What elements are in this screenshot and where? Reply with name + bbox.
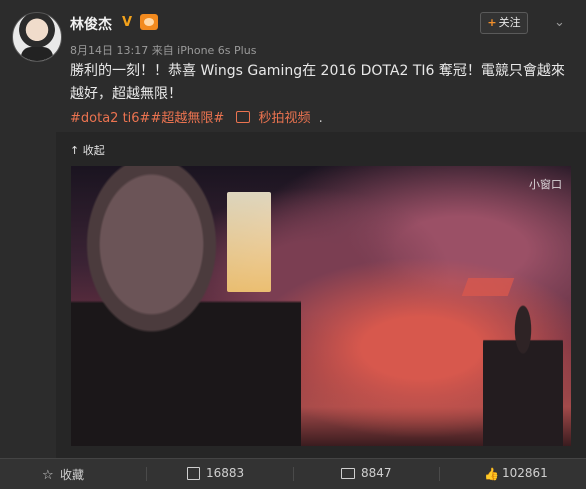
comment-button[interactable]: 8847 <box>341 466 392 480</box>
comment-icon <box>341 468 355 479</box>
stage-screen <box>461 278 515 296</box>
background-person <box>483 304 563 446</box>
divider <box>439 467 440 481</box>
plus-icon: + <box>487 16 497 29</box>
post-meta: 8月14日 13:17 来自 iPhone 6s Plus <box>70 44 257 57</box>
chevron-down-icon[interactable]: ⌄ <box>554 15 565 30</box>
post-tags-row: #dota2 ti6##超越無限# 秒拍视频 . <box>70 107 323 126</box>
user-name[interactable]: 林俊杰 <box>70 14 112 34</box>
vip-badge-icon <box>140 14 158 30</box>
collapse-label: 收起 <box>82 144 105 157</box>
comment-count: 8847 <box>361 466 392 480</box>
post-text: 勝利的一刻！！恭喜 Wings Gaming在 2016 DOTA2 TI6 奪… <box>70 63 565 102</box>
video-link[interactable]: 秒拍视频 <box>259 111 311 126</box>
weibo-post: 林俊杰 V 8月14日 13:17 来自 iPhone 6s Plus + 关注 … <box>0 0 586 458</box>
favorite-button[interactable]: ☆ 收藏 <box>42 466 84 483</box>
repost-count: 16883 <box>206 466 245 480</box>
favorite-label: 收藏 <box>60 468 85 482</box>
like-count: 102861 <box>502 466 548 480</box>
small-window-label[interactable]: 小窗口 <box>529 176 562 192</box>
avatar[interactable] <box>12 12 62 62</box>
divider <box>293 467 294 481</box>
thumbs-up-icon: 👍 <box>484 466 499 481</box>
video-player[interactable]: 小窗口 秒拍 <box>71 166 571 446</box>
follow-label: 关注 <box>498 16 521 29</box>
divider <box>146 467 147 481</box>
action-bar: ☆ 收藏 16883 8847 👍 102861 <box>0 458 586 489</box>
collapse-link[interactable]: ↑ 收起 <box>70 142 105 158</box>
video-icon <box>236 111 251 123</box>
collapse-up-icon: ↑ <box>70 144 80 157</box>
verified-badge-icon: V <box>122 15 133 30</box>
star-icon: ☆ <box>42 467 54 483</box>
hashtags-link[interactable]: #dota2 ti6##超越無限# <box>70 111 224 126</box>
repost-button[interactable]: 16883 <box>187 466 244 480</box>
like-button[interactable]: 👍 102861 <box>484 466 548 480</box>
follow-button[interactable]: + 关注 <box>480 12 528 34</box>
repost-icon <box>187 467 200 480</box>
stage-light <box>227 192 271 292</box>
dot-separator: . <box>318 111 323 126</box>
